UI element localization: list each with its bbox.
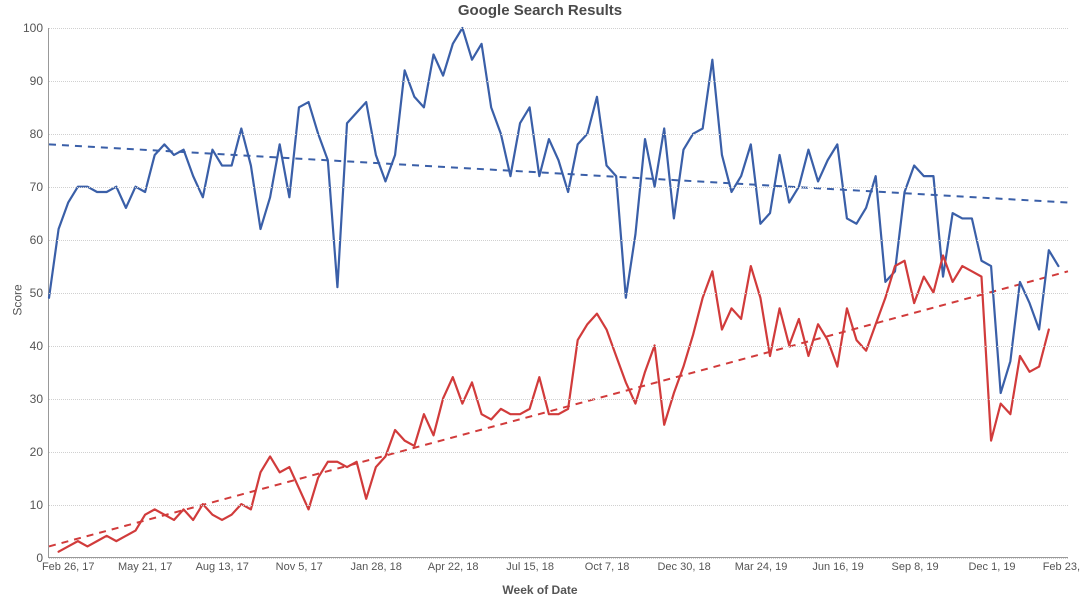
y-tick-label: 90 [30, 74, 49, 88]
x-tick-label: Feb 23, 20 [1043, 557, 1080, 573]
gridline [49, 81, 1068, 82]
x-tick-label: Apr 22, 18 [428, 557, 479, 573]
x-tick-label: Feb 26, 17 [42, 557, 95, 573]
y-tick-label: 50 [30, 286, 49, 300]
y-tick-label: 100 [23, 21, 49, 35]
gridline [49, 28, 1068, 29]
x-tick-label: Jul 15, 18 [506, 557, 554, 573]
x-tick-label: Sep 8, 19 [891, 557, 938, 573]
x-tick-label: Oct 7, 18 [585, 557, 630, 573]
gridline [49, 134, 1068, 135]
x-tick-label: Dec 30, 18 [657, 557, 710, 573]
x-tick-label: Jun 16, 19 [812, 557, 863, 573]
x-tick-label: Nov 5, 17 [276, 557, 323, 573]
x-tick-label: Mar 24, 19 [735, 557, 788, 573]
y-tick-label: 40 [30, 339, 49, 353]
y-tick-label: 10 [30, 498, 49, 512]
gridline [49, 399, 1068, 400]
gridline [49, 346, 1068, 347]
x-axis-label: Week of Date [0, 583, 1080, 597]
plot-area: 0102030405060708090100Feb 26, 17May 21, … [48, 28, 1068, 558]
y-tick-label: 20 [30, 445, 49, 459]
x-tick-label: May 21, 17 [118, 557, 172, 573]
y-tick-label: 70 [30, 180, 49, 194]
gridline [49, 452, 1068, 453]
y-axis-label: Score [11, 284, 25, 315]
series-b-line [59, 255, 1049, 551]
gridline [49, 505, 1068, 506]
x-tick-label: Jan 28, 18 [350, 557, 401, 573]
gridline [49, 187, 1068, 188]
y-tick-label: 30 [30, 392, 49, 406]
gridline [49, 240, 1068, 241]
x-tick-label: Aug 13, 17 [196, 557, 249, 573]
chart-title: Google Search Results [0, 2, 1080, 19]
gridline [49, 293, 1068, 294]
chart-wrapper: Google Search Results Score Week of Date… [0, 0, 1080, 599]
y-tick-label: 80 [30, 127, 49, 141]
series-a-line [49, 28, 1058, 393]
x-tick-label: Dec 1, 19 [968, 557, 1015, 573]
y-tick-label: 60 [30, 233, 49, 247]
